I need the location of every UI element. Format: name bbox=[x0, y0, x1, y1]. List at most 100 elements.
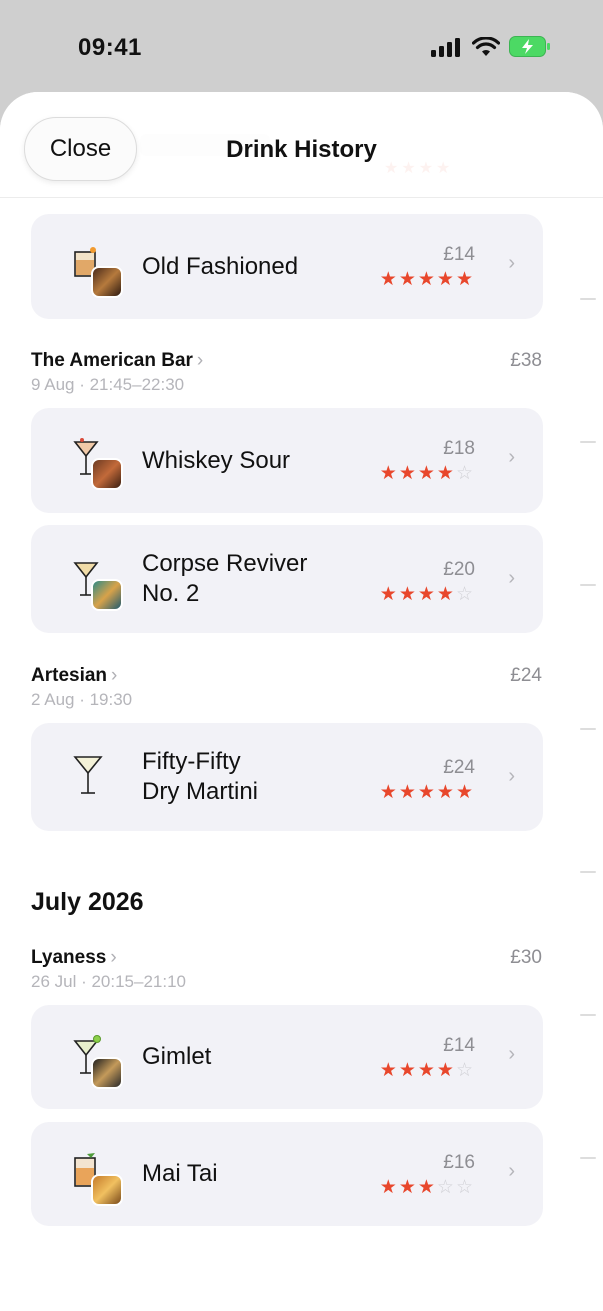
rating-stars: ★★★☆☆ bbox=[380, 1176, 475, 1199]
drink-card-mai-tai[interactable]: Mai Tai £16 ★★★☆☆ › bbox=[31, 1122, 543, 1226]
chevron-right-icon: › bbox=[508, 765, 515, 787]
drink-name-line2: Dry Martini bbox=[142, 778, 259, 805]
drink-price: £20 bbox=[443, 559, 475, 580]
drink-history-sheet[interactable]: ★★★★ Old Fashioned £14 ★★★★★ › The Ameri… bbox=[0, 92, 603, 1311]
scroll-tick bbox=[580, 871, 596, 873]
drink-name: Mai Tai bbox=[142, 1160, 218, 1187]
chevron-right-icon: › bbox=[508, 446, 515, 468]
tiki-glass-icon bbox=[73, 1152, 125, 1208]
status-bar: 09:41 bbox=[0, 0, 603, 92]
venue-total: £38 bbox=[510, 350, 542, 371]
star-filled-icon: ★ bbox=[417, 269, 437, 290]
drink-card-whiskey-sour[interactable]: Whiskey Sour £18 ★★★★☆ › bbox=[31, 408, 543, 513]
drink-name: Gimlet bbox=[142, 1043, 212, 1070]
drink-name-line1: Fifty-Fifty bbox=[142, 748, 241, 775]
drink-price: £14 bbox=[443, 244, 475, 265]
drink-price: £24 bbox=[443, 757, 475, 778]
rating-stars: ★★★★☆ bbox=[380, 462, 475, 485]
old-fashioned-glass-icon bbox=[73, 244, 125, 300]
coupe-glass-icon bbox=[73, 1035, 125, 1091]
star-filled-icon: ★ bbox=[379, 269, 399, 290]
star-filled-icon: ★ bbox=[379, 463, 399, 484]
venue-visit-time: 2 Aug · 19:30 bbox=[31, 690, 133, 709]
chevron-right-icon: › bbox=[196, 350, 204, 371]
venue-header-artesian[interactable]: Artesian › bbox=[31, 665, 117, 687]
star-filled-icon: ★ bbox=[436, 269, 456, 290]
drink-card-fifty-fifty-martini[interactable]: Fifty-Fifty Dry Martini £24 ★★★★★ › bbox=[31, 723, 543, 831]
chevron-right-icon: › bbox=[508, 252, 515, 274]
star-filled-icon: ★ bbox=[379, 1060, 399, 1081]
drink-card-corpse-reviver[interactable]: Corpse Reviver No. 2 £20 ★★★★☆ › bbox=[31, 525, 543, 633]
drink-name: Old Fashioned bbox=[142, 253, 299, 280]
star-filled-icon: ★ bbox=[398, 463, 418, 484]
venue-name: The American Bar bbox=[31, 350, 193, 371]
venue-visit-time: 26 Jul · 20:15–21:10 bbox=[31, 972, 187, 991]
rating-stars: ★★★★★ bbox=[380, 268, 475, 291]
page-title: Drink History bbox=[226, 136, 377, 163]
scroll-tick bbox=[580, 584, 596, 586]
venue-visit-time: 9 Aug · 21:45–22:30 bbox=[31, 375, 185, 394]
drink-price: £14 bbox=[443, 1035, 475, 1056]
battery-charging-icon bbox=[509, 36, 550, 57]
cellular-signal-icon bbox=[431, 37, 460, 57]
star-filled-icon: ★ bbox=[379, 584, 399, 605]
chevron-right-icon: › bbox=[508, 1160, 515, 1182]
star-filled-icon: ★ bbox=[417, 782, 437, 803]
drink-photo-thumbnail bbox=[91, 1057, 123, 1089]
star-filled-icon: ★ bbox=[455, 782, 475, 803]
star-filled-icon: ★ bbox=[436, 1060, 456, 1081]
scroll-index[interactable] bbox=[573, 92, 603, 1311]
drink-photo-thumbnail bbox=[91, 1174, 123, 1206]
chevron-right-icon: › bbox=[110, 947, 117, 968]
scroll-tick bbox=[580, 298, 596, 300]
star-filled-icon: ★ bbox=[436, 584, 456, 605]
month-section-title: July 2026 bbox=[31, 888, 144, 916]
scroll-tick bbox=[580, 1014, 596, 1016]
star-filled-icon: ★ bbox=[398, 1177, 418, 1198]
drink-card-old-fashioned[interactable]: Old Fashioned £14 ★★★★★ › bbox=[31, 214, 543, 319]
drink-photo-thumbnail bbox=[91, 579, 123, 611]
status-icons bbox=[431, 36, 551, 57]
star-filled-icon: ★ bbox=[417, 584, 437, 605]
star-filled-icon: ★ bbox=[436, 782, 456, 803]
star-empty-icon: ☆ bbox=[455, 1177, 475, 1198]
chevron-right-icon: › bbox=[111, 665, 118, 686]
coupe-glass-icon bbox=[73, 436, 125, 492]
star-empty-icon: ☆ bbox=[455, 1060, 475, 1081]
drink-price: £16 bbox=[443, 1152, 475, 1173]
star-empty-icon: ☆ bbox=[436, 1177, 456, 1198]
drink-name-line2: No. 2 bbox=[142, 580, 200, 607]
drink-name-line1: Corpse Reviver bbox=[142, 550, 308, 577]
star-empty-icon: ☆ bbox=[455, 584, 475, 605]
star-filled-icon: ★ bbox=[379, 782, 399, 803]
drink-photo-thumbnail bbox=[91, 266, 123, 298]
drink-card-gimlet[interactable]: Gimlet £14 ★★★★☆ › bbox=[31, 1005, 543, 1109]
star-filled-icon: ★ bbox=[417, 463, 437, 484]
star-filled-icon: ★ bbox=[417, 1177, 437, 1198]
scroll-tick bbox=[580, 1157, 596, 1159]
status-time: 09:41 bbox=[78, 34, 142, 61]
star-filled-icon: ★ bbox=[398, 782, 418, 803]
rating-stars: ★★★★☆ bbox=[380, 583, 475, 606]
star-filled-icon: ★ bbox=[379, 1177, 399, 1198]
star-filled-icon: ★ bbox=[455, 269, 475, 290]
star-filled-icon: ★ bbox=[398, 269, 418, 290]
venue-header-american-bar[interactable]: The American Bar › bbox=[31, 350, 203, 372]
scroll-tick bbox=[580, 728, 596, 730]
drink-price: £18 bbox=[443, 438, 475, 459]
chevron-right-icon: › bbox=[508, 1043, 515, 1065]
martini-glass-icon bbox=[73, 753, 125, 809]
venue-total: £30 bbox=[510, 947, 542, 968]
drink-photo-thumbnail bbox=[91, 458, 123, 490]
venue-name: Lyaness bbox=[31, 947, 107, 968]
rating-stars: ★★★★★ bbox=[380, 781, 475, 804]
venue-header-lyaness[interactable]: Lyaness › bbox=[31, 947, 117, 969]
chevron-right-icon: › bbox=[508, 567, 515, 589]
star-filled-icon: ★ bbox=[398, 584, 418, 605]
coupe-glass-icon bbox=[73, 557, 125, 613]
wifi-icon bbox=[472, 36, 500, 56]
star-filled-icon: ★ bbox=[436, 463, 456, 484]
drink-name: Whiskey Sour bbox=[142, 447, 291, 474]
star-empty-icon: ☆ bbox=[455, 463, 475, 484]
scroll-tick bbox=[580, 441, 596, 443]
